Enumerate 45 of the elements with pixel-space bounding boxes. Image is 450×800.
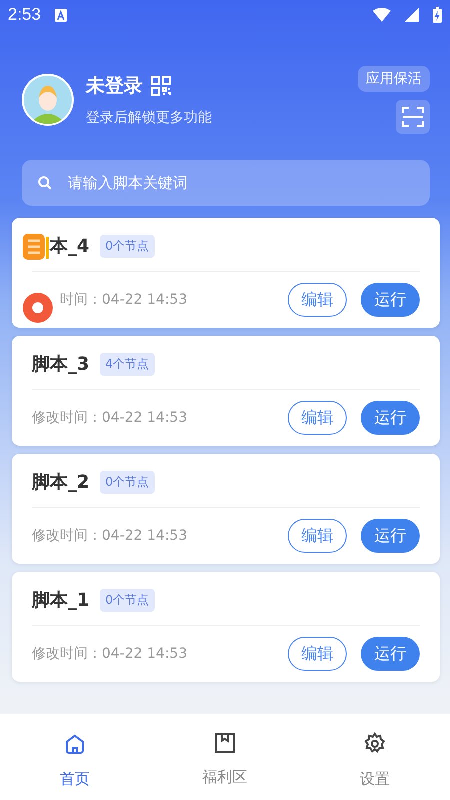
qr-code-icon[interactable]: [151, 76, 171, 96]
keep-alive-button[interactable]: 应用保活: [358, 66, 430, 92]
run-button[interactable]: 运行: [361, 283, 420, 317]
modified-time: 修改时间：04-22 14:53: [32, 409, 188, 427]
run-button[interactable]: 运行: [361, 519, 420, 553]
run-button[interactable]: 运行: [361, 637, 420, 671]
nav-tab[interactable]: 设置: [300, 714, 450, 800]
node-count-tag: 0个节点: [100, 234, 156, 258]
node-count-tag: 0个节点: [100, 470, 156, 494]
scan-button[interactable]: [396, 100, 430, 134]
script-title: 脚本_3: [32, 353, 90, 376]
node-count-tag: 0个节点: [100, 588, 156, 612]
script-card[interactable]: 脚本_3 4个节点 修改时间：04-22 14:53 编辑 运行: [12, 336, 440, 446]
modified-time: 修改时间：04-22 14:53: [32, 527, 188, 545]
nav-tab[interactable]: 福利区: [150, 714, 300, 800]
script-card[interactable]: 本_4 0个节点 时间：04-22 14:53 编辑 运行: [12, 218, 440, 328]
bookmark-icon: [214, 732, 236, 754]
nav-tab[interactable]: 首页: [0, 714, 150, 800]
modified-time: 修改时间：04-22 14:53: [32, 645, 188, 663]
script-title: 脚本_2: [32, 471, 90, 494]
run-button[interactable]: 运行: [361, 401, 420, 435]
signal-icon: [405, 8, 419, 22]
login-hint: 登录后解锁更多功能: [86, 109, 213, 127]
edit-button[interactable]: 编辑: [288, 519, 347, 553]
script-title: 本_4: [50, 235, 90, 258]
script-card[interactable]: 脚本_2 0个节点 修改时间：04-22 14:53 编辑 运行: [12, 454, 440, 564]
edit-button[interactable]: 编辑: [288, 401, 347, 435]
script-title: 脚本_1: [32, 589, 90, 612]
script-card[interactable]: 脚本_1 0个节点 修改时间：04-22 14:53 编辑 运行: [12, 572, 440, 682]
edit-button[interactable]: 编辑: [288, 637, 347, 671]
wifi-icon: [373, 8, 391, 22]
status-time: 2:53: [8, 5, 42, 25]
floating-menu-icon[interactable]: [23, 234, 49, 262]
node-count-tag: 4个节点: [100, 352, 156, 376]
modified-time: 时间：04-22 14:53: [59, 291, 188, 309]
scan-icon: [402, 107, 424, 127]
search-icon: [38, 176, 52, 190]
keyboard-icon: [55, 8, 68, 22]
login-status[interactable]: 未登录: [86, 73, 143, 99]
record-button-icon[interactable]: [22, 292, 54, 324]
battery-icon: [433, 7, 442, 23]
avatar[interactable]: [22, 74, 74, 126]
settings-icon: [363, 732, 387, 756]
home-icon: [63, 732, 87, 756]
edit-button[interactable]: 编辑: [288, 283, 347, 317]
